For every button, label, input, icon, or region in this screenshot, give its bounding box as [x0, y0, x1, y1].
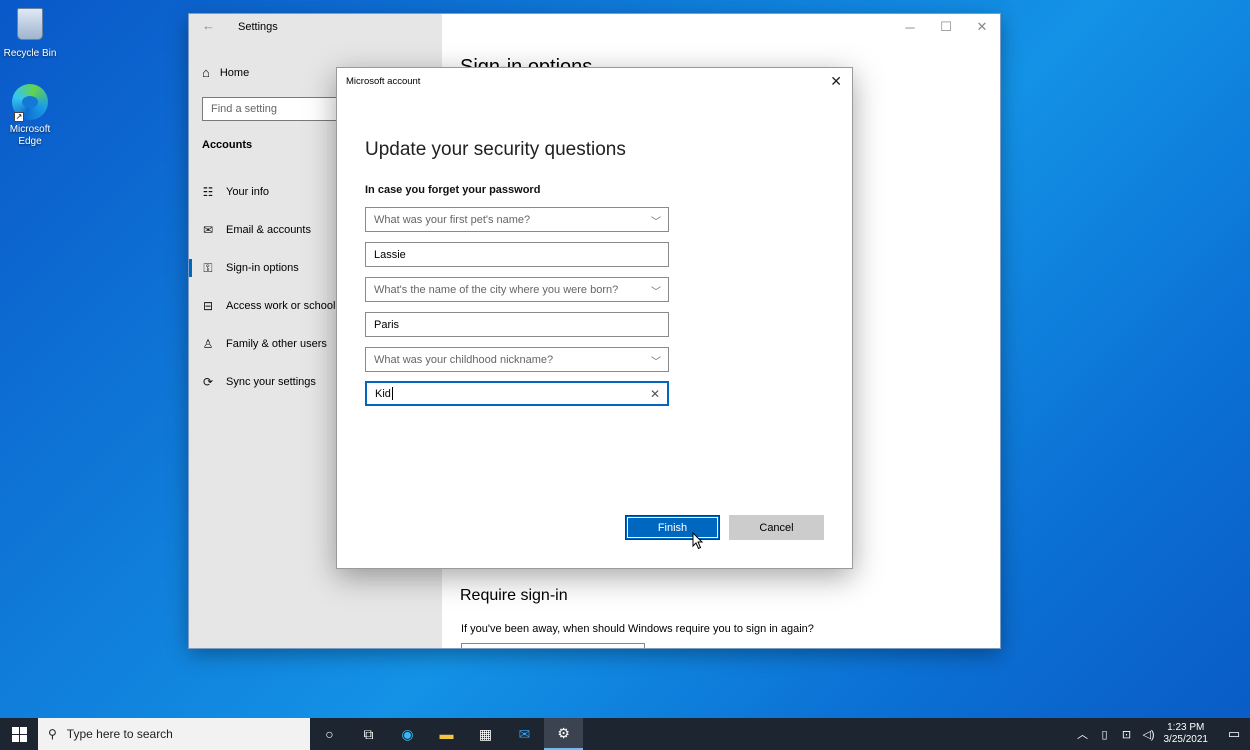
key-icon: ⚿	[203, 260, 213, 275]
edge-taskbar-icon[interactable]: ◉	[388, 718, 427, 750]
system-tray: ︿ ▯ ⊡ ◁) 1:23 PM 3/25/2021 ▭	[1072, 718, 1250, 750]
windows-logo-icon	[11, 726, 27, 742]
edge-icon: ↗	[12, 84, 48, 122]
home-label: Home	[219, 66, 250, 79]
back-arrow-icon[interactable]: ←	[202, 18, 215, 33]
mail-icon: ✉	[202, 223, 214, 237]
person-card-icon: ☷	[202, 185, 214, 199]
find-setting-input[interactable]: Find a setting	[202, 97, 342, 121]
taskbar-search-box[interactable]: ⚲ Type here to search	[38, 718, 310, 750]
start-button[interactable]	[0, 718, 38, 750]
chevron-down-icon: ﹀	[651, 357, 661, 368]
clock-time: 1:23 PM	[1167, 722, 1205, 733]
notification-icon[interactable]: ▭	[1218, 726, 1250, 742]
nav-label: Access work or school	[226, 300, 336, 312]
security-questions-dialog: Microsoft account ✕ Update your security…	[336, 67, 853, 569]
network-icon[interactable]: ⊡	[1116, 728, 1138, 741]
search-icon: ⚲	[48, 727, 57, 741]
question-2-select[interactable]: What's the name of the city where you we…	[365, 277, 669, 302]
chevron-up-icon[interactable]: ︿	[1072, 726, 1094, 742]
question-2-text: What's the name of the city where you we…	[374, 283, 619, 296]
file-explorer-icon[interactable]: ▬	[427, 718, 466, 750]
edge-desktop-icon[interactable]: ↗ Microsoft Edge	[0, 84, 60, 148]
text-caret	[391, 387, 393, 400]
answer-1-value: Lassie	[374, 248, 406, 261]
clock-date: 3/25/2021	[1163, 734, 1209, 745]
chevron-down-icon: ﹀	[651, 287, 661, 298]
taskbar-search-placeholder: Type here to search	[66, 727, 173, 741]
section-heading: Accounts	[202, 139, 253, 151]
edge-label: Microsoft Edge	[9, 124, 51, 147]
require-signin-heading: Require sign-in	[460, 587, 568, 604]
nav-label: Email & accounts	[226, 224, 311, 236]
clock[interactable]: 1:23 PM 3/25/2021	[1164, 722, 1209, 746]
recycle-bin-desktop-icon[interactable]: Recycle Bin	[0, 6, 60, 60]
taskbar: ⚲ Type here to search ○ ⧉ ◉ ▬ ▦ ✉ ⚙ ︿ ▯ …	[0, 718, 1250, 750]
require-signin-text: If you've been away, when should Windows…	[461, 623, 814, 635]
briefcase-icon: ⊟	[202, 299, 214, 313]
dialog-title: Microsoft account	[346, 76, 421, 87]
nav-label: Your info	[226, 186, 270, 198]
answer-1-input[interactable]: Lassie	[365, 242, 669, 267]
dialog-heading: Update your security questions	[365, 139, 626, 160]
minimize-button[interactable]: ─	[892, 14, 928, 40]
window-controls: ─ ☐ ✕	[892, 14, 1000, 40]
home-nav-item[interactable]: ⌂ Home	[202, 65, 249, 80]
cortana-icon[interactable]: ○	[310, 718, 349, 750]
dialog-close-button[interactable]: ✕	[830, 73, 842, 90]
question-1-select[interactable]: What was your first pet's name? ﹀	[365, 207, 669, 232]
answer-2-input[interactable]: Paris	[365, 312, 669, 337]
window-title: Settings	[238, 21, 278, 33]
question-1-text: What was your first pet's name?	[374, 213, 531, 226]
question-3-select[interactable]: What was your childhood nickname? ﹀	[365, 347, 669, 372]
cancel-button[interactable]: Cancel	[729, 515, 824, 540]
home-icon: ⌂	[202, 65, 210, 80]
battery-icon[interactable]: ▯	[1094, 728, 1116, 741]
sync-icon: ⟳	[202, 375, 214, 389]
finish-button[interactable]: Finish	[625, 515, 720, 540]
person-add-icon: ♙	[202, 337, 214, 351]
answer-3-input[interactable]: Kid ✕	[365, 381, 669, 406]
nav-label: Sync your settings	[226, 376, 316, 388]
answer-2-value: Paris	[374, 318, 400, 331]
mail-taskbar-icon[interactable]: ✉	[505, 718, 544, 750]
require-signin-dropdown[interactable]	[461, 643, 645, 648]
clear-text-icon[interactable]: ✕	[650, 387, 660, 401]
chevron-down-icon: ﹀	[651, 217, 661, 228]
settings-taskbar-icon[interactable]: ⚙	[544, 718, 583, 750]
recycle-bin-icon	[12, 8, 48, 44]
maximize-button[interactable]: ☐	[928, 14, 964, 40]
dialog-subheading: In case you forget your password	[365, 184, 541, 196]
answer-3-value: Kid	[375, 387, 391, 400]
nav-label: Family & other users	[226, 338, 327, 350]
store-icon[interactable]: ▦	[466, 718, 505, 750]
nav-label: Sign-in options	[226, 262, 299, 274]
recycle-bin-label: Recycle Bin	[3, 48, 57, 59]
volume-icon[interactable]: ◁)	[1138, 728, 1160, 741]
close-window-button[interactable]: ✕	[964, 14, 1000, 40]
task-view-icon[interactable]: ⧉	[349, 718, 388, 750]
question-3-text: What was your childhood nickname?	[374, 353, 554, 366]
